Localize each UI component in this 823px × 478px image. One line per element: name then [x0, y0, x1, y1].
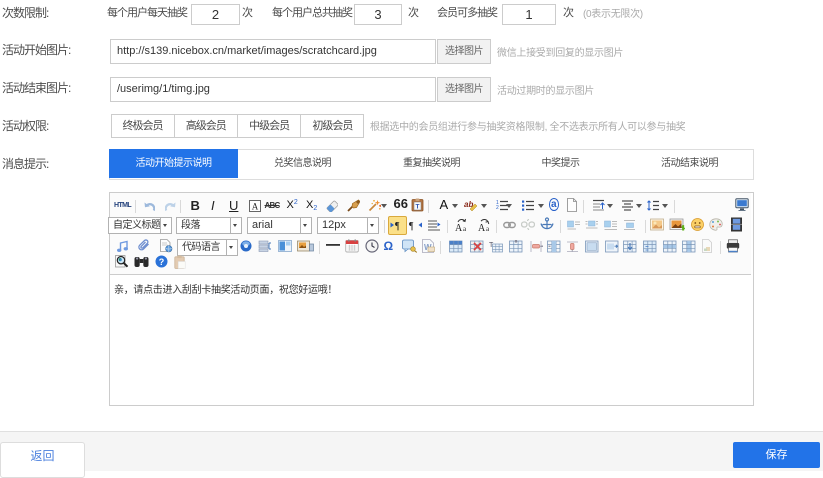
svg-text:?: ? — [158, 257, 164, 267]
svg-text:A: A — [252, 202, 259, 212]
svg-text:A: A — [455, 223, 463, 232]
svg-text:a: a — [463, 225, 467, 232]
svg-text:a: a — [486, 225, 490, 232]
svg-text:2: 2 — [496, 205, 499, 211]
svg-text:¶: ¶ — [409, 221, 414, 231]
svg-text:T: T — [415, 204, 419, 211]
svg-text:A: A — [478, 223, 486, 232]
svg-text:¶: ¶ — [395, 221, 400, 231]
